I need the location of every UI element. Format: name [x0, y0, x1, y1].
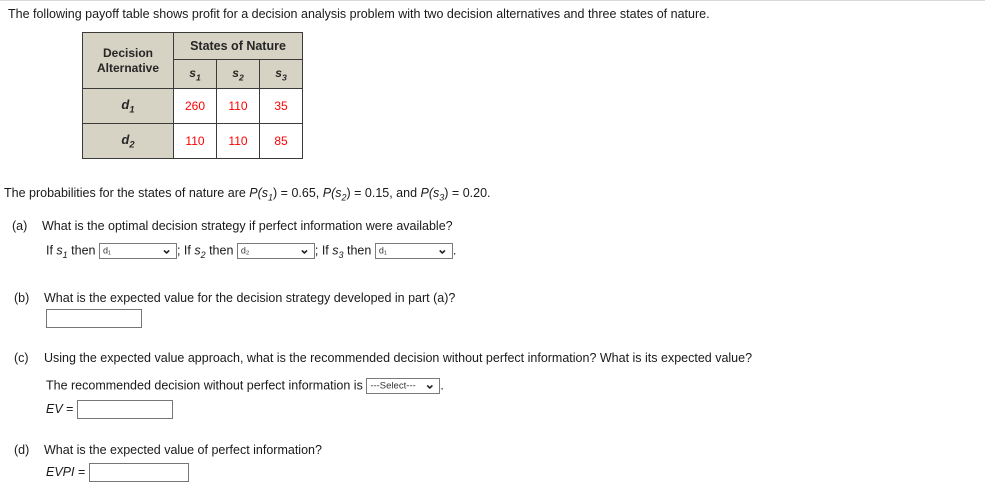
cell-d1-s3: 35 — [259, 88, 303, 124]
row-header-d1: d1 — [82, 88, 174, 124]
prob-p1-label: P(s — [249, 186, 269, 200]
question-d-marker: (d) — [14, 443, 30, 457]
recommended-decision-sentence: The recommended decision without perfect… — [46, 378, 363, 393]
question-c: (c) Using the expected value approach, wh… — [14, 351, 752, 365]
question-b-text: What is the expected value for the decis… — [44, 291, 456, 305]
decision-select-s3[interactable] — [374, 243, 453, 259]
table-row: d2 110 110 85 — [82, 123, 303, 159]
state-header-s2: s2 — [216, 59, 260, 89]
alt-subscript-2: 2 — [129, 139, 135, 150]
evpi-label: EVPI — [46, 464, 75, 479]
period-c: . — [440, 378, 444, 393]
cell-d1-s2: 110 — [216, 88, 260, 124]
select-wrapper-s2: d₂ ⌄ — [236, 243, 315, 259]
state-header-s3: s3 — [259, 59, 303, 89]
cell-d2-s3: 85 — [259, 123, 303, 159]
question-b: (b) What is the expected value for the de… — [14, 291, 455, 305]
question-d-answer-row: EVPI = — [46, 463, 189, 482]
question-c-answer-row-2: EV = — [46, 400, 173, 419]
state-label-s2: s — [232, 65, 239, 80]
question-c-text: Using the expected value approach, what … — [44, 351, 753, 365]
state-subscript-2: 2 — [238, 72, 244, 83]
prob-p1-value: ) = 0.65, — [273, 186, 323, 200]
then-label-1: then — [67, 243, 99, 258]
question-a-text: What is the optimal decision strategy if… — [42, 219, 453, 233]
decision-select-s2[interactable] — [236, 243, 315, 259]
question-c-answer-row-1: The recommended decision without perfect… — [46, 378, 444, 394]
decision-alternative-line2: Alternative — [96, 60, 160, 75]
separator-1: ; If — [176, 243, 195, 258]
question-a: (a) What is the optimal decision strategy… — [12, 219, 453, 233]
state-label-s1: s — [189, 65, 196, 80]
prob-p2-label: P(s — [322, 186, 342, 200]
period-a: . — [452, 243, 457, 258]
decision-alternative-line1: Decision — [102, 46, 153, 61]
table-row: d1 260 110 35 — [82, 88, 303, 124]
prob-p3-value: ) = 0.20. — [444, 186, 491, 200]
question-c-marker: (c) — [14, 351, 29, 365]
probabilities-line: The probabilities for the states of natu… — [4, 186, 491, 203]
ev-input[interactable] — [76, 400, 173, 419]
prob-p3-label: P(s — [420, 186, 440, 200]
states-of-nature-header: States of Nature — [173, 32, 303, 60]
probabilities-prefix: The probabilities for the states of natu… — [4, 186, 250, 200]
row-header-d2: d2 — [82, 123, 174, 159]
evpi-input[interactable] — [88, 463, 189, 482]
expected-value-input[interactable] — [46, 309, 142, 328]
evpi-equals: = — [74, 464, 89, 479]
state-subscript-1: 1 — [195, 72, 201, 83]
cell-d2-s2: 110 — [216, 123, 260, 159]
question-d-text: What is the expected value of perfect in… — [44, 443, 322, 457]
alt-subscript-1: 1 — [129, 104, 135, 115]
state-label-s3: s — [275, 65, 282, 80]
select-wrapper-recommended: ---Select--- ⌄ — [366, 378, 441, 394]
cell-d2-s1: 110 — [173, 123, 217, 159]
payoff-table: Decision Alternative States of Nature s1… — [82, 32, 303, 159]
top-divider — [0, 0, 985, 1]
if-prefix-1: If — [46, 243, 57, 258]
cell-d1-s1: 260 — [173, 88, 217, 124]
recommended-decision-select[interactable] — [366, 378, 441, 394]
question-a-answer-row: If s1 then d₁ ⌄; If s2 then d₂ ⌄; If s3 th… — [46, 243, 456, 260]
intro-text: The following payoff table shows profit … — [8, 7, 710, 21]
select-wrapper-s3: d₁ ⌄ — [374, 243, 453, 259]
table-header-row-1: Decision Alternative States of Nature — [82, 32, 303, 89]
state-subscript-3: 3 — [281, 72, 287, 83]
question-d: (d) What is the expected value of perfect… — [14, 443, 322, 457]
state-header-s1: s1 — [173, 59, 217, 89]
decision-alternative-header: Decision Alternative — [82, 32, 174, 89]
then-label-3: then — [343, 243, 375, 258]
question-a-marker: (a) — [12, 219, 28, 233]
ev-label: EV — [46, 401, 63, 416]
payoff-table-container: Decision Alternative States of Nature s1… — [82, 32, 303, 159]
prob-p2-value: ) = 0.15, and — [346, 186, 421, 200]
ev-equals: = — [62, 401, 77, 416]
then-label-2: then — [205, 243, 237, 258]
question-b-marker: (b) — [14, 291, 30, 305]
select-wrapper-s1: d₁ ⌄ — [98, 243, 177, 259]
question-b-answer-row — [46, 309, 142, 328]
separator-2: ; If — [314, 243, 333, 258]
decision-select-s1[interactable] — [98, 243, 177, 259]
